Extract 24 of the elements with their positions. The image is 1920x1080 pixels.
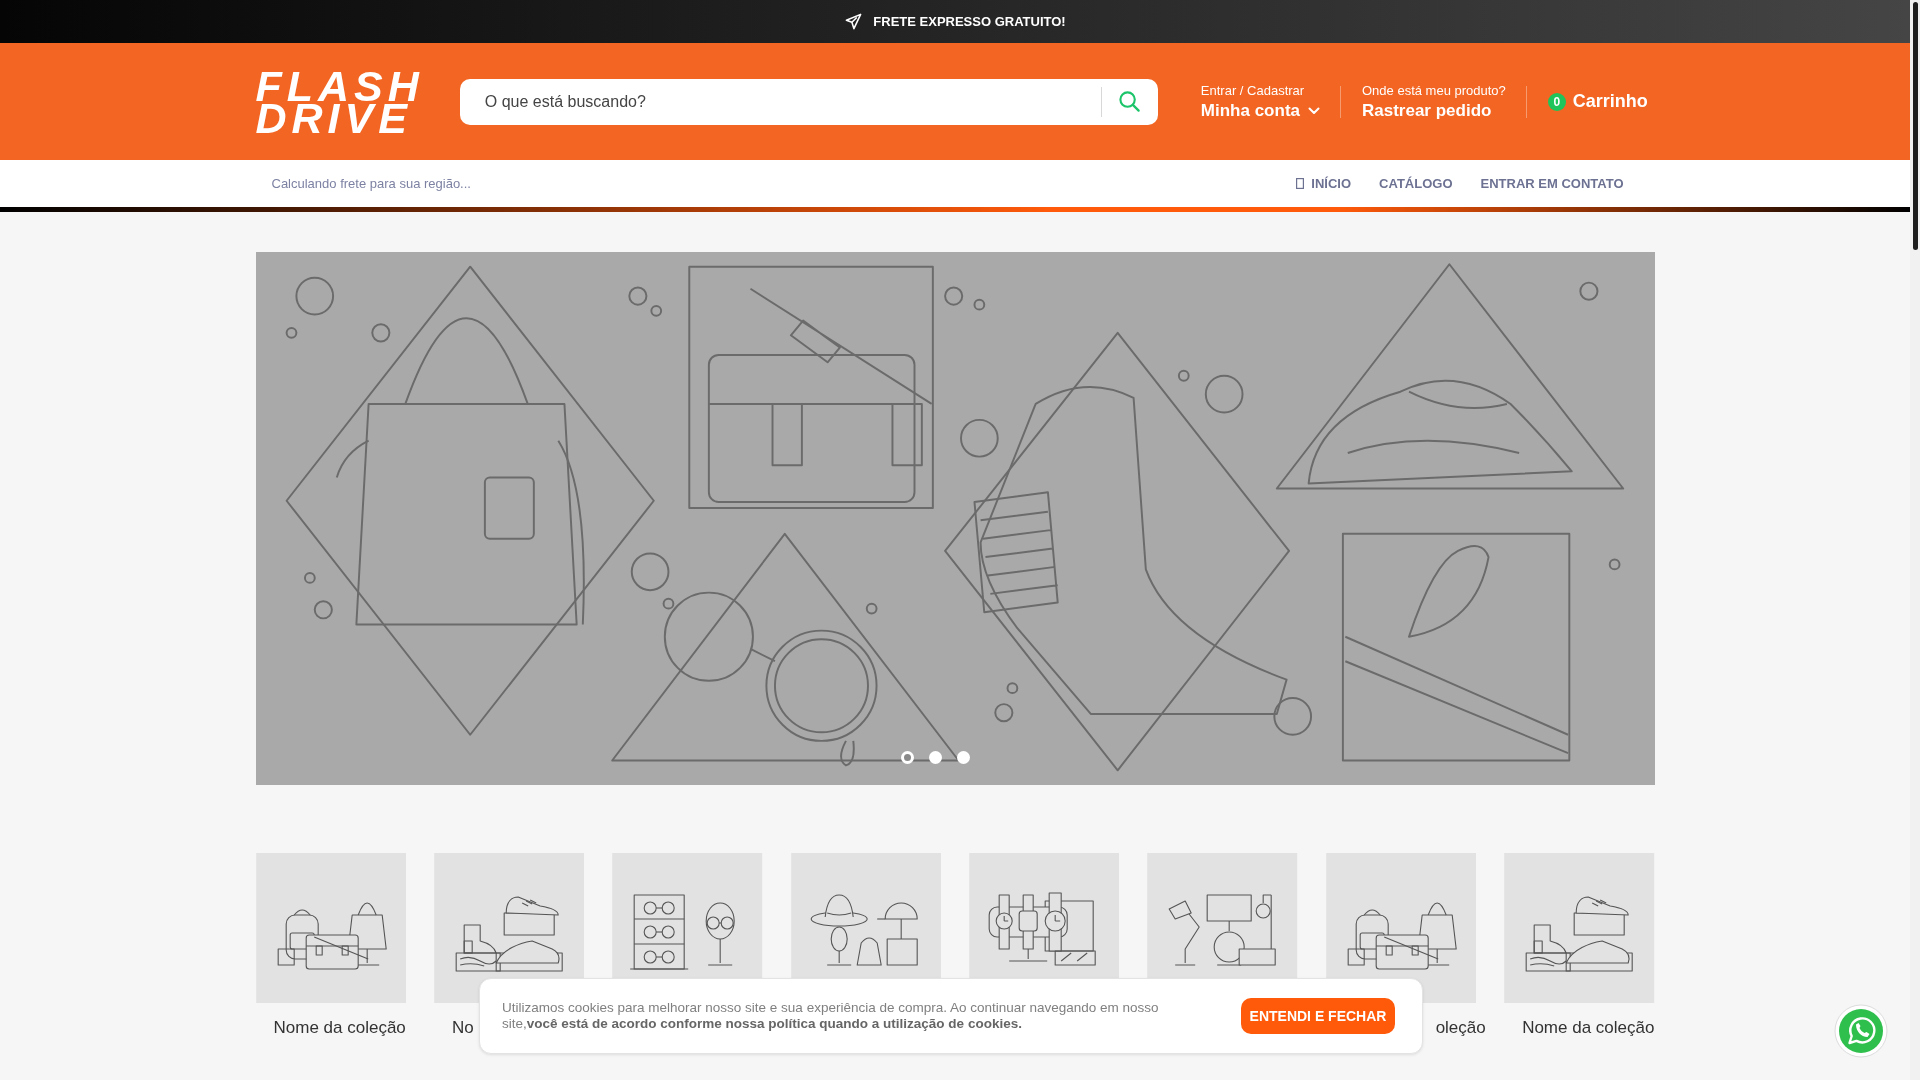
scrollbar[interactable]: [1910, 0, 1920, 1080]
shipping-note: Calculando frete para sua região...: [271, 176, 471, 191]
nav-link[interactable]: CATÁLOGO: [1379, 176, 1453, 191]
paper-plane-icon: [844, 12, 864, 31]
cart-count-badge: 0: [1547, 92, 1566, 111]
nav-link[interactable]: ENTRAR EM CONTATO: [1480, 176, 1624, 191]
collection-name[interactable]: Nome da coleção: [273, 1018, 406, 1038]
accept-cookies-button[interactable]: ENTENDI E FECHAR: [1241, 998, 1395, 1034]
search-button[interactable]: [1100, 78, 1158, 125]
missing-glyph-icon: [1296, 178, 1305, 189]
logo[interactable]: FLASH DRIVE: [255, 69, 424, 134]
cookie-message: Utilizamos cookies para melhorar nosso site e sua experiência de compra. Ao continuar navegando em nosso site,você está de acordo conforme nossa política quando a utilização de cookies.: [502, 1000, 1160, 1032]
track-order-link[interactable]: Onde está meu produto? Rastrear pedido: [1362, 82, 1506, 121]
cart-button[interactable]: 0 Carrinho: [1547, 91, 1648, 112]
announcement-text: FRETE EXPRESSO GRATUITO!: [873, 14, 1066, 29]
collection-name[interactable]: No: [451, 1018, 474, 1038]
nav-link[interactable]: INÍCIO: [1296, 176, 1352, 191]
collection-name[interactable]: oleção: [1435, 1018, 1486, 1038]
search-field[interactable]: O que está buscando?: [459, 78, 1101, 125]
search-icon: [1117, 90, 1141, 113]
chevron-down-icon: [1308, 106, 1320, 115]
collection-name[interactable]: Nome da coleção: [1522, 1018, 1655, 1038]
chat-phone-icon[interactable]: [1834, 1004, 1888, 1058]
account-menu[interactable]: Entrar / Cadastrar Minha conta: [1200, 82, 1320, 121]
